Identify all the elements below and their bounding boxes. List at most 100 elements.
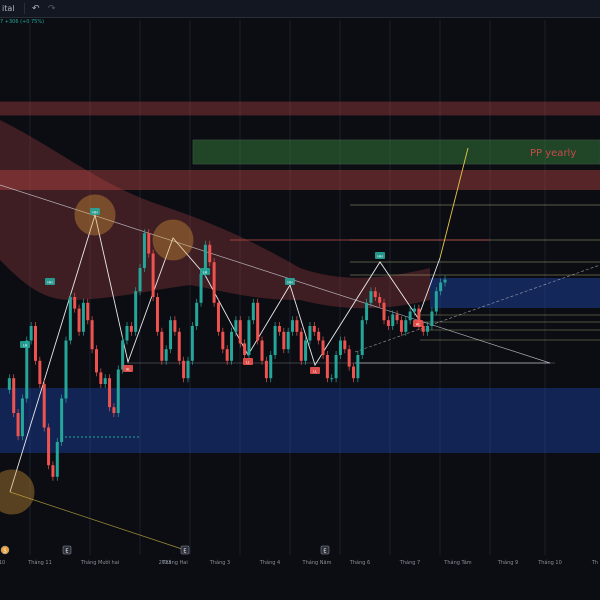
pivot-circle-2 <box>0 469 35 515</box>
candle-body-83 <box>365 302 369 321</box>
candle-body-93 <box>408 311 412 321</box>
red-zone-top <box>0 101 600 116</box>
x-tick-label-1: Tháng 11 <box>27 559 52 566</box>
candle-body-69 <box>304 340 308 361</box>
candle-body-72 <box>317 331 321 341</box>
x-tick-label-13: Th <box>591 560 598 566</box>
candle-body-14 <box>64 340 68 399</box>
candle-body-54 <box>238 320 242 344</box>
candle-body-31 <box>138 268 142 292</box>
axis-footer <box>0 570 600 600</box>
candle-body-21 <box>94 349 98 373</box>
candle-body-42 <box>186 360 190 379</box>
pivot-label-3: LL <box>246 361 250 365</box>
candle-body-9 <box>42 384 46 428</box>
candle-body-74 <box>325 355 329 379</box>
lower-yellow-line <box>9 491 186 551</box>
candle-body-79 <box>347 349 351 367</box>
x-tick-label-10: Tháng Tám <box>443 559 472 566</box>
candle-body-36 <box>160 331 164 361</box>
candle-body-92 <box>404 320 408 332</box>
candle-body-40 <box>177 331 181 361</box>
pp-target-line <box>439 147 469 259</box>
candle-body-13 <box>60 398 64 442</box>
event-marker-label-0: S <box>3 548 6 554</box>
candle-body-12 <box>55 442 59 477</box>
candle-body-39 <box>173 320 177 332</box>
candle-body-70 <box>308 326 312 341</box>
candle-body-99 <box>434 291 438 312</box>
candle-body-3 <box>16 413 20 437</box>
candle-body-43 <box>190 326 194 361</box>
x-tick-label-6: Tháng 4 <box>259 559 280 566</box>
pivot-label-7: HL <box>416 323 421 327</box>
candle-body-61 <box>269 355 273 379</box>
candle-body-62 <box>273 326 277 355</box>
x-tick-label-12: Tháng 10 <box>537 559 562 566</box>
candle-body-87 <box>382 302 386 321</box>
candle-body-28 <box>125 326 129 341</box>
candle-body-50 <box>221 331 225 350</box>
candle-body-30 <box>134 291 138 332</box>
pivot-label-5: LL <box>313 370 317 374</box>
candle-body-75 <box>330 378 334 380</box>
candle-body-86 <box>378 297 382 303</box>
pivot-label-0: HH <box>92 211 98 215</box>
candle-body-65 <box>286 331 290 350</box>
candle-body-18 <box>81 302 85 332</box>
blue-zone-right <box>430 278 600 308</box>
candle-body-15 <box>68 297 72 341</box>
candle-body-98 <box>430 311 434 326</box>
candle-body-101 <box>443 279 447 283</box>
candle-body-85 <box>373 291 377 297</box>
candle-body-1 <box>7 378 11 390</box>
candle-body-76 <box>334 355 338 379</box>
pivot-label-6: HH <box>377 255 383 259</box>
candle-body-90 <box>395 314 399 321</box>
candle-body-45 <box>199 273 203 303</box>
candle-body-81 <box>356 355 360 379</box>
candle-body-59 <box>260 340 264 361</box>
candle-body-51 <box>225 349 229 361</box>
x-tick-label-4: Tháng Hai <box>161 559 187 566</box>
candle-body-35 <box>155 297 159 332</box>
candle-body-44 <box>195 302 199 326</box>
pivot-label-9: LH <box>23 344 28 348</box>
x-tick-label-5: Tháng 3 <box>209 559 230 566</box>
candle-body-84 <box>369 291 373 303</box>
candle-body-82 <box>360 320 364 355</box>
x-tick-label-11: Tháng 9 <box>497 559 518 566</box>
candle-body-19 <box>86 302 90 321</box>
event-marker-label-3: E <box>323 548 326 554</box>
candle-body-91 <box>399 320 403 332</box>
x-tick-label-8: Tháng 6 <box>349 559 370 566</box>
candle-body-73 <box>321 340 325 355</box>
candle-body-6 <box>29 326 33 341</box>
x-tick-label-2: Tháng Mười hai <box>80 559 119 566</box>
candle-body-94 <box>413 308 417 312</box>
blue-zone-bottom <box>0 388 600 453</box>
candle-body-20 <box>90 320 94 350</box>
candle-body-60 <box>264 360 268 379</box>
candle-body-68 <box>299 331 303 361</box>
pivot-label-4: HH <box>287 281 293 285</box>
event-marker-label-2: E <box>183 548 186 554</box>
candle-body-64 <box>282 331 286 350</box>
candle-body-4 <box>20 398 24 437</box>
x-tick-label-0: 10 <box>0 560 5 566</box>
candle-body-66 <box>291 320 295 332</box>
x-tick-label-7: Tháng Năm <box>302 559 332 566</box>
candle-body-32 <box>142 233 146 268</box>
pivot-label-8: HH <box>47 281 53 285</box>
candle-body-97 <box>426 326 430 332</box>
candle-body-34 <box>151 253 155 297</box>
candle-body-49 <box>216 302 220 332</box>
candle-body-5 <box>25 340 29 399</box>
price-chart[interactable]: HH HL LH LL HH LL HH HL HH LH PP yearly 10 Tháng 11 T… <box>0 0 600 570</box>
x-tick-label-9: Tháng 7 <box>399 559 420 566</box>
candle-body-47 <box>208 244 212 263</box>
candle-body-55 <box>243 343 247 355</box>
candle-body-48 <box>212 262 216 303</box>
candle-body-24 <box>108 378 112 408</box>
candle-body-8 <box>38 360 42 384</box>
